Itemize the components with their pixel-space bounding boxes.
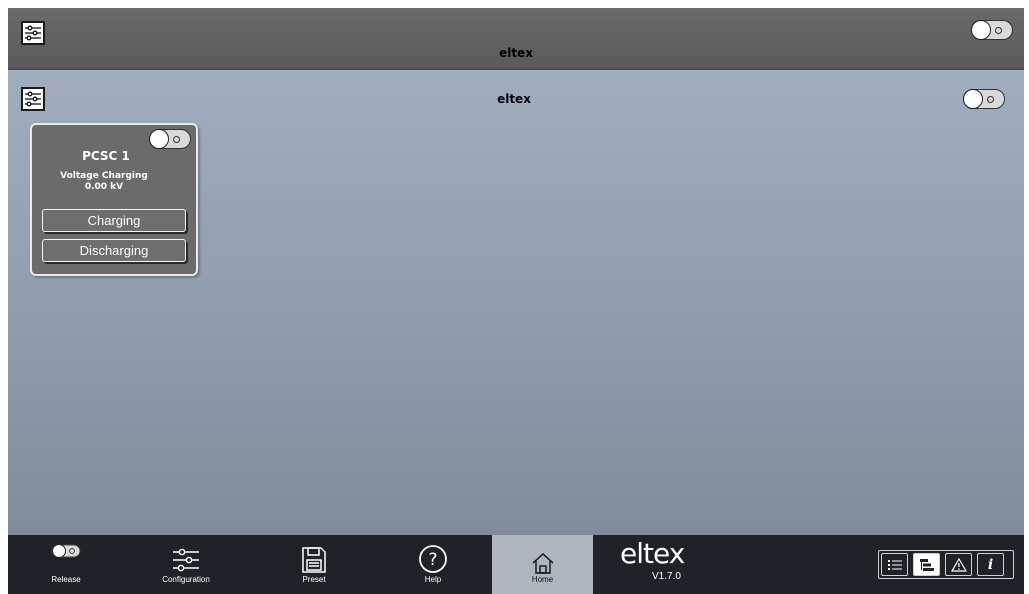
nav-preset[interactable]: Preset [276,535,352,594]
release-toggle-icon [51,544,81,558]
view-toolbar: i [878,550,1014,579]
status-label: Voltage Charging [60,171,148,181]
nav-preset-label: Preset [302,575,326,584]
brand-logo: eltex [620,537,685,570]
toggle-knob [971,20,991,40]
nav-configuration-label: Configuration [162,575,210,584]
sliders-icon[interactable] [21,21,45,45]
nav-configuration[interactable]: Configuration [148,535,224,594]
bottom-nav: Release Configuration Preset ? Help Home… [8,535,1024,594]
nav-help[interactable]: ? Help [395,535,471,594]
nav-release[interactable]: Release [28,535,104,594]
toggle-off-indicator [987,96,994,103]
status-value: 0.00 kV [84,182,124,192]
warning-icon[interactable] [945,553,972,576]
section-toggle[interactable] [963,89,1005,109]
info-icon[interactable]: i [977,553,1004,576]
sliders-icon [173,548,199,572]
version-label: V1.7.0 [652,571,681,582]
device-card: PCSC 1 Voltage Charging 0.00 kV Charging… [30,123,198,276]
help-icon: ? [419,545,447,573]
nav-home[interactable]: Home [492,535,593,594]
floppy-disk-icon [302,547,326,573]
svg-text:?: ? [428,550,437,570]
toggle-off-indicator [995,27,1002,34]
card-title: PCSC 1 [82,149,130,163]
nav-help-label: Help [424,575,442,584]
info-glyph: i [987,556,994,573]
top-title: eltex [499,46,533,60]
card-toggle[interactable] [149,129,191,149]
toggle-knob [149,129,169,149]
top-toggle[interactable] [971,20,1013,40]
charging-button[interactable]: Charging [42,209,186,232]
sliders-icon[interactable] [21,87,45,111]
section-title: eltex [497,92,531,106]
top-bar: eltex [8,8,1024,70]
discharging-button[interactable]: Discharging [42,239,186,262]
tree-icon[interactable] [913,553,940,576]
toggle-knob [963,89,983,109]
list-icon[interactable] [881,553,908,576]
home-icon [532,553,553,574]
nav-home-label: Home [531,575,554,584]
toggle-off-indicator [173,136,180,143]
nav-release-label: Release [51,575,81,584]
